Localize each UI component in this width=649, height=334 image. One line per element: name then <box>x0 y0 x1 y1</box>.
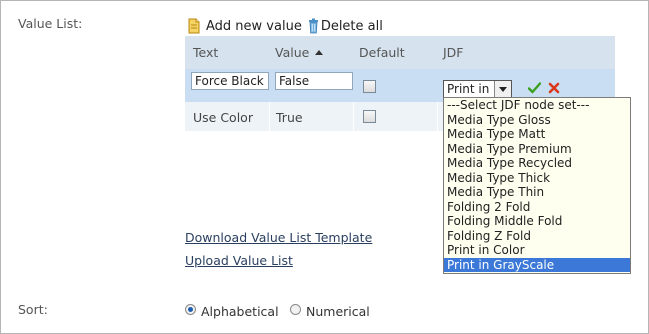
jdf-select-value: Print in <box>447 82 490 96</box>
row-value: True <box>276 110 303 125</box>
accept-button[interactable] <box>527 82 542 94</box>
default-checkbox[interactable] <box>363 80 376 93</box>
text-input[interactable]: Force Black & <box>191 72 269 90</box>
delete-all-button[interactable]: Delete all <box>308 18 383 34</box>
jdf-dropdown-list: ---Select JDF node set--- Media Type Glos… <box>443 97 631 274</box>
column-header-value[interactable]: Value <box>275 45 324 60</box>
delete-all-label: Delete all <box>320 18 383 34</box>
column-header-jdf[interactable]: JDF <box>443 45 464 60</box>
chevron-down-icon <box>494 81 511 97</box>
row-text: Use Color <box>193 110 253 125</box>
row-default-checkbox[interactable] <box>363 110 376 123</box>
add-new-value-label: Add new value <box>206 18 302 34</box>
column-header-value-label: Value <box>275 45 310 60</box>
sort-alphabetical-radio[interactable] <box>185 304 196 315</box>
jdf-option[interactable]: Media Type Recycled <box>444 156 630 171</box>
jdf-option[interactable]: Media Type Matt <box>444 127 630 142</box>
sort-label: Sort: <box>18 302 48 317</box>
cell-divider <box>437 102 438 131</box>
column-header-text[interactable]: Text <box>193 45 218 60</box>
sort-numerical-radio[interactable] <box>290 304 301 315</box>
column-header-default[interactable]: Default <box>359 45 405 60</box>
jdf-select[interactable]: Print in <box>443 80 512 98</box>
x-icon <box>548 82 560 94</box>
sort-alphabetical-label[interactable]: Alphabetical <box>201 304 279 319</box>
value-input[interactable]: False <box>275 72 353 90</box>
table-header: Text Value Default JDF <box>185 36 615 69</box>
trash-icon <box>308 18 319 34</box>
jdf-option[interactable]: Print in Color <box>444 243 630 258</box>
jdf-option[interactable]: Folding Z Fold <box>444 229 630 244</box>
jdf-option[interactable]: Media Type Thin <box>444 185 630 200</box>
jdf-option[interactable]: Media Type Thick <box>444 171 630 186</box>
cell-divider <box>269 102 270 131</box>
sort-numerical-label[interactable]: Numerical <box>306 304 370 319</box>
value-list-label: Value List: <box>18 16 83 31</box>
cancel-button[interactable] <box>548 82 560 94</box>
document-add-icon <box>187 18 201 34</box>
jdf-option[interactable]: ---Select JDF node set--- <box>444 98 630 113</box>
jdf-option[interactable]: Folding 2 Fold <box>444 200 630 215</box>
jdf-option[interactable]: Media Type Gloss <box>444 113 630 128</box>
add-new-value-button[interactable]: Add new value <box>187 18 302 34</box>
jdf-option[interactable]: Print in GrayScale <box>444 257 630 272</box>
form-panel: Value List: Add new value Delete all Tex… <box>0 0 649 334</box>
jdf-option[interactable]: Folding Middle Fold <box>444 214 630 229</box>
download-template-link[interactable]: Download Value List Template <box>185 230 372 245</box>
value-list-toolbar: Add new value Delete all <box>187 17 383 35</box>
checkmark-icon <box>527 82 542 94</box>
sort-ascending-icon <box>315 50 324 55</box>
jdf-option[interactable]: Media Type Premium <box>444 142 630 157</box>
cell-divider <box>353 102 354 131</box>
upload-value-list-link[interactable]: Upload Value List <box>185 253 293 268</box>
